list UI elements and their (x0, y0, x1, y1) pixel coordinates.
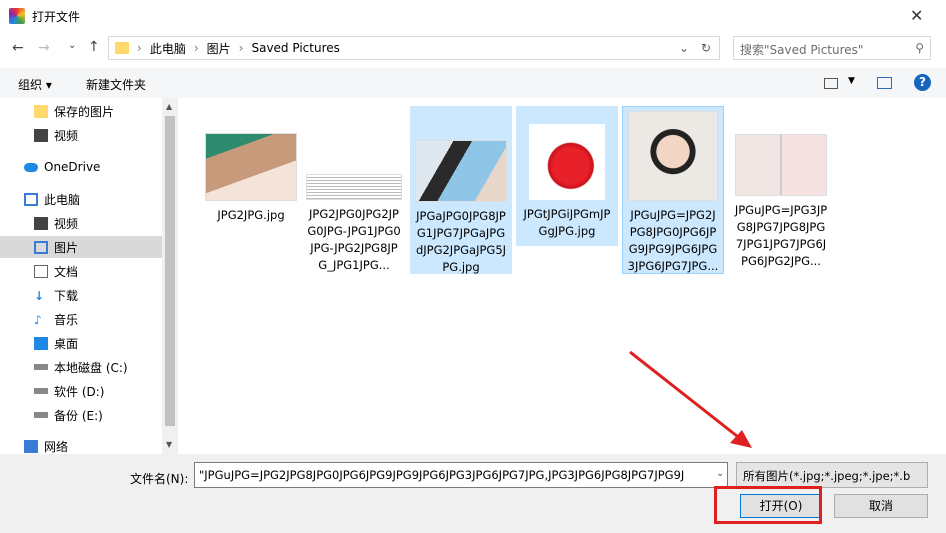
filename-label: 文件名(N): (130, 472, 189, 486)
file-type-value: 所有图片(*.jpg;*.jpeg;*.jpe;*.b (743, 469, 911, 483)
filename-input[interactable]: "JPGuJPG=JPG2JPG8JPG0JPG6JPG9JPG9JPG6JPG… (194, 462, 728, 488)
red-highlight-box (714, 486, 822, 524)
filename-dropdown-icon[interactable]: ⌄ (716, 468, 724, 479)
file-type-select[interactable]: 所有图片(*.jpg;*.jpeg;*.jpe;*.b (736, 462, 928, 488)
cancel-button[interactable]: 取消 (834, 494, 928, 518)
